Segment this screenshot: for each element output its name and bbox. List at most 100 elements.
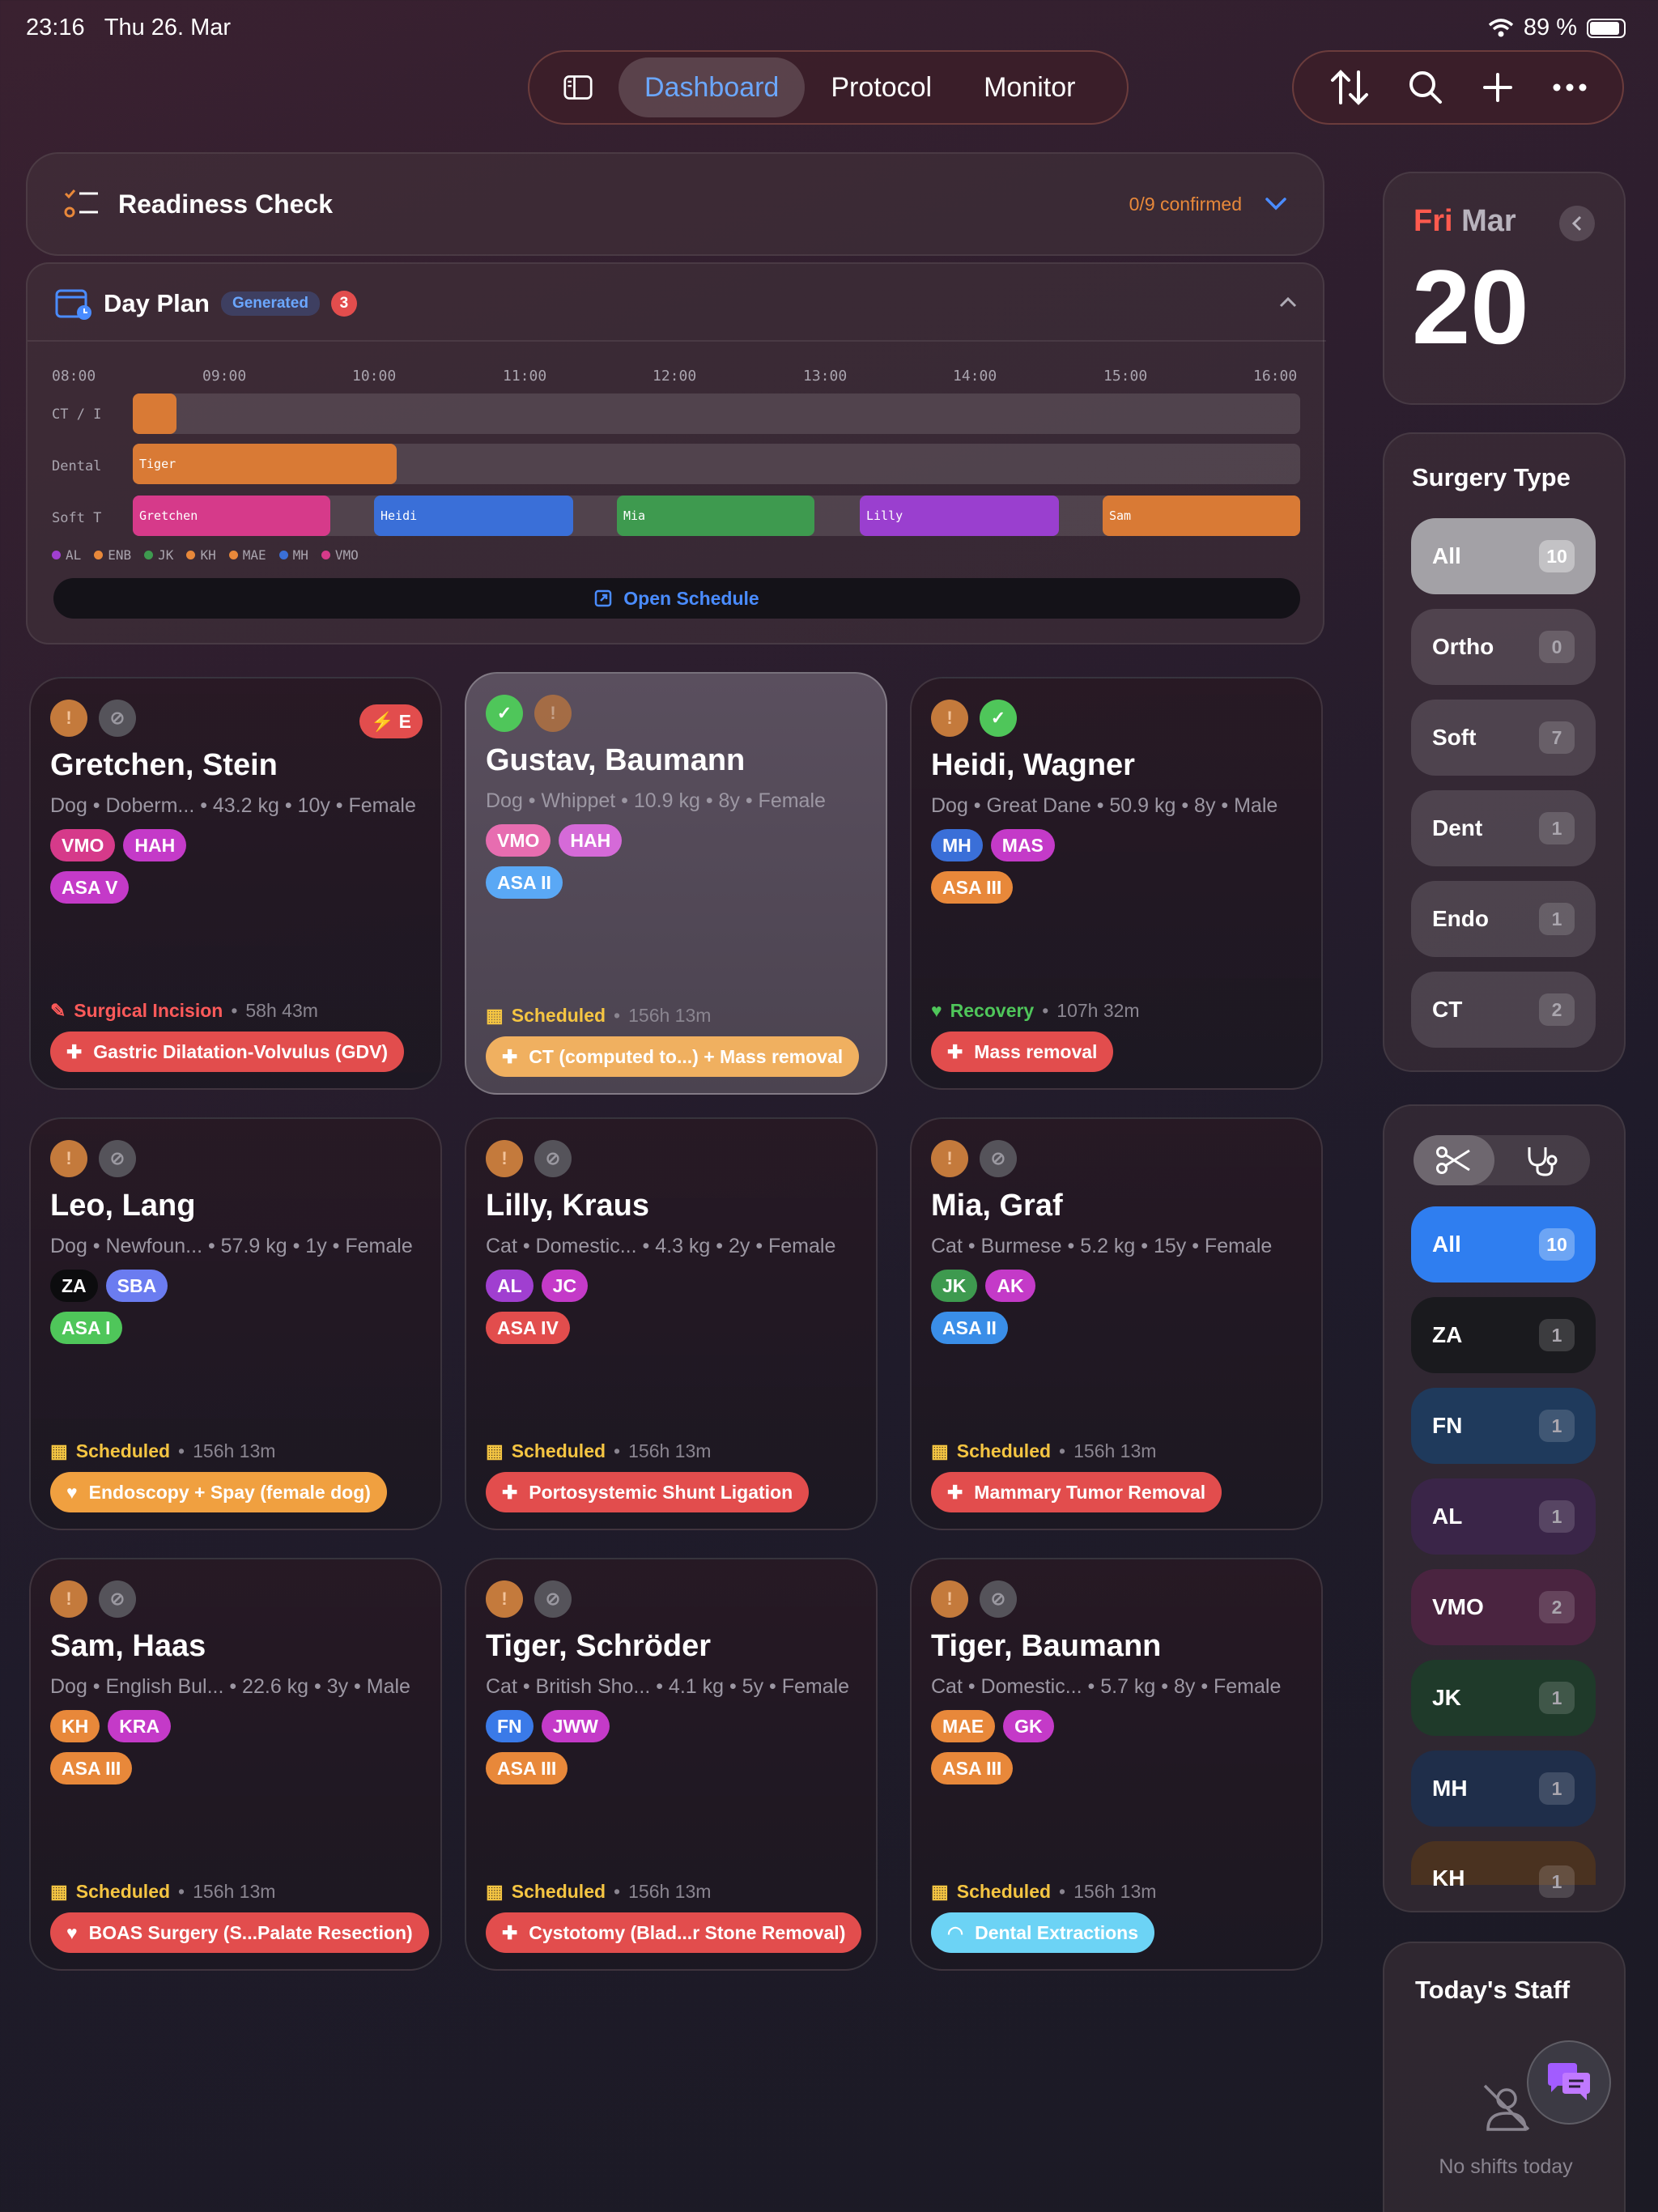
patient-name: Lilly, Kraus [486,1189,650,1223]
procedure-pill[interactable]: ✚ CT (computed to...) + Mass removal [486,1036,860,1077]
legend: AL ENB JK KH MAE MH VMO [52,547,359,563]
staff-filter-za[interactable]: ZA 1 [1411,1297,1596,1373]
status-line: ▦ Scheduled • 156h 13m [931,1440,1157,1461]
staff-tag: GK [1003,1710,1054,1742]
surgery-filter-soft[interactable]: Soft 7 [1411,700,1596,776]
legend-item: KH [200,547,216,563]
patient-card[interactable]: ! ⊘ Leo, Lang Dog • Newfoun... • 57.9 kg •… [29,1117,442,1530]
no-consent-icon: ⊘ [99,700,136,737]
scissors-icon [1436,1146,1470,1174]
staff-tag: KRA [108,1710,172,1742]
day-number: 20 [1412,248,1529,366]
patient-card[interactable]: ! ⊘ ⚡ E Gretchen, Stein Dog • Doberm... • 43… [29,677,442,1090]
hour-label: 11:00 [503,368,547,385]
anesthesia-toggle[interactable] [1494,1135,1590,1185]
staff-tag: ZA [50,1270,98,1302]
staff-filter-mh[interactable]: MH 1 [1411,1750,1596,1827]
filter-label: KH [1432,1865,1465,1891]
asa-tag: ASA III [931,1752,1014,1784]
staff-filter-vmo[interactable]: VMO 2 [1411,1569,1596,1645]
month: Mar [1461,204,1516,238]
staff-filter-kh[interactable]: KH 1 [1411,1841,1596,1898]
procedure-pill[interactable]: ✚ Portosystemic Shunt Ligation [486,1472,810,1512]
patient-card[interactable]: ! ✓ Heidi, Wagner Dog • Great Dane • 50.9 … [910,677,1323,1090]
status-line: ▦ Scheduled • 156h 13m [486,1440,712,1461]
surgery-filter-ct[interactable]: CT 2 [1411,972,1596,1048]
staff-filter-jk[interactable]: JK 1 [1411,1660,1596,1736]
chat-button[interactable] [1527,2040,1611,2125]
medical-kit-icon: ✚ [502,1481,518,1503]
filter-count: 1 [1539,812,1575,844]
status-icon: ▦ [486,1005,504,1026]
tab-dashboard[interactable]: Dashboard [619,57,806,117]
timeline-block[interactable]: Tiger [133,444,397,484]
procedure-pill[interactable]: ✚ Mammary Tumor Removal [931,1472,1222,1512]
chevron-up-icon[interactable] [1279,296,1297,308]
timeline-block[interactable]: Gretchen [133,496,330,536]
patient-card[interactable]: ! ⊘ Sam, Haas Dog • English Bul... • 22.6 … [29,1558,442,1971]
filter-count: 10 [1539,540,1575,572]
timeline-block[interactable] [133,393,176,434]
status-line: ▦ Scheduled • 156h 13m [50,1881,276,1902]
procedure-pill[interactable]: ✚ Gastric Dilatation-Volvulus (GDV) [50,1032,405,1072]
tab-protocol[interactable]: Protocol [805,57,958,117]
procedure-pill[interactable]: ◠ Dental Extractions [931,1912,1155,1953]
status-line: ▦ Scheduled • 156h 13m [931,1881,1157,1902]
filter-count: 7 [1539,721,1575,754]
prev-month-button[interactable] [1559,206,1595,241]
surgery-filter-ortho[interactable]: Ortho 0 [1411,609,1596,685]
patient-card[interactable]: ! ⊘ Tiger, Schröder Cat • British Sho... •… [465,1558,878,1971]
timeline-block[interactable]: Lilly [860,496,1059,536]
timeline-block[interactable]: Sam [1103,496,1300,536]
procedure-pill[interactable]: ♥ Endoscopy + Spay (female dog) [50,1472,387,1512]
procedure-pill[interactable]: ♥ BOAS Surgery (S...Palate Resection) [50,1912,429,1953]
staff-filter-fn[interactable]: FN 1 [1411,1388,1596,1464]
alert-icon: ! [931,1140,968,1177]
procedure-pill[interactable]: ✚ Cystotomy (Blad...r Stone Removal) [486,1912,862,1953]
readiness-check-panel[interactable]: Readiness Check 0/9 confirmed [26,152,1324,256]
timeline-block[interactable]: Mia [617,496,814,536]
staff-tag: JC [541,1270,589,1302]
filter-label: MH [1432,1776,1468,1801]
more-icon[interactable] [1552,83,1588,92]
chevron-down-icon[interactable] [1265,197,1287,211]
status-line: ▦ Scheduled • 156h 13m [486,1881,712,1902]
alert-icon: ! [486,1140,523,1177]
procedure-label: Cystotomy (Blad...r Stone Removal) [529,1921,846,1943]
surgery-filter-dent[interactable]: Dent 1 [1411,790,1596,866]
filter-label: All [1432,543,1461,568]
status-label: Scheduled [511,1005,606,1026]
sort-icon[interactable] [1329,69,1370,106]
surgery-filter-endo[interactable]: Endo 1 [1411,881,1596,957]
legend-item: ENB [108,547,132,563]
tab-monitor[interactable]: Monitor [958,57,1101,117]
sidebar-toggle-button[interactable] [538,57,619,117]
filter-count: 1 [1539,1319,1575,1351]
count-badge: 3 [330,291,357,317]
alert-icon: ! [534,695,572,732]
row-label: Dental [52,458,102,474]
patient-card[interactable]: ✓ ! Gustav, Baumann Dog • Whippet • 10.9 k… [465,672,887,1095]
patient-card[interactable]: ! ⊘ Tiger, Baumann Cat • Domestic... • 5.7… [910,1558,1323,1971]
staff-tag: AL [486,1270,534,1302]
surgery-filter-all[interactable]: All 10 [1411,518,1596,594]
staff-tag: HAH [123,829,187,861]
surgeon-toggle[interactable] [1414,1135,1494,1185]
staff-filter-al[interactable]: AL 1 [1411,1478,1596,1555]
patient-name: Sam, Haas [50,1629,206,1663]
open-schedule-button[interactable]: Open Schedule [53,578,1300,619]
asa-tag: ASA III [50,1752,133,1784]
filter-label: VMO [1432,1594,1484,1619]
asa-tag: ASA IV [486,1312,570,1344]
staff-filter-all[interactable]: All 10 [1411,1206,1596,1283]
timeline-block[interactable]: Heidi [374,496,573,536]
search-icon[interactable] [1408,70,1443,105]
patient-card[interactable]: ! ⊘ Lilly, Kraus Cat • Domestic... • 4.3 k… [465,1117,878,1530]
staff-tag: SBA [105,1270,168,1302]
status-label: Recovery [950,1000,1035,1021]
staff-tag: MH [931,829,983,861]
add-icon[interactable] [1482,71,1514,104]
patient-card[interactable]: ! ⊘ Mia, Graf Cat • Burmese • 5.2 kg • 15y… [910,1117,1323,1530]
procedure-pill[interactable]: ✚ Mass removal [931,1032,1114,1072]
asa-tag: ASA V [50,871,130,904]
